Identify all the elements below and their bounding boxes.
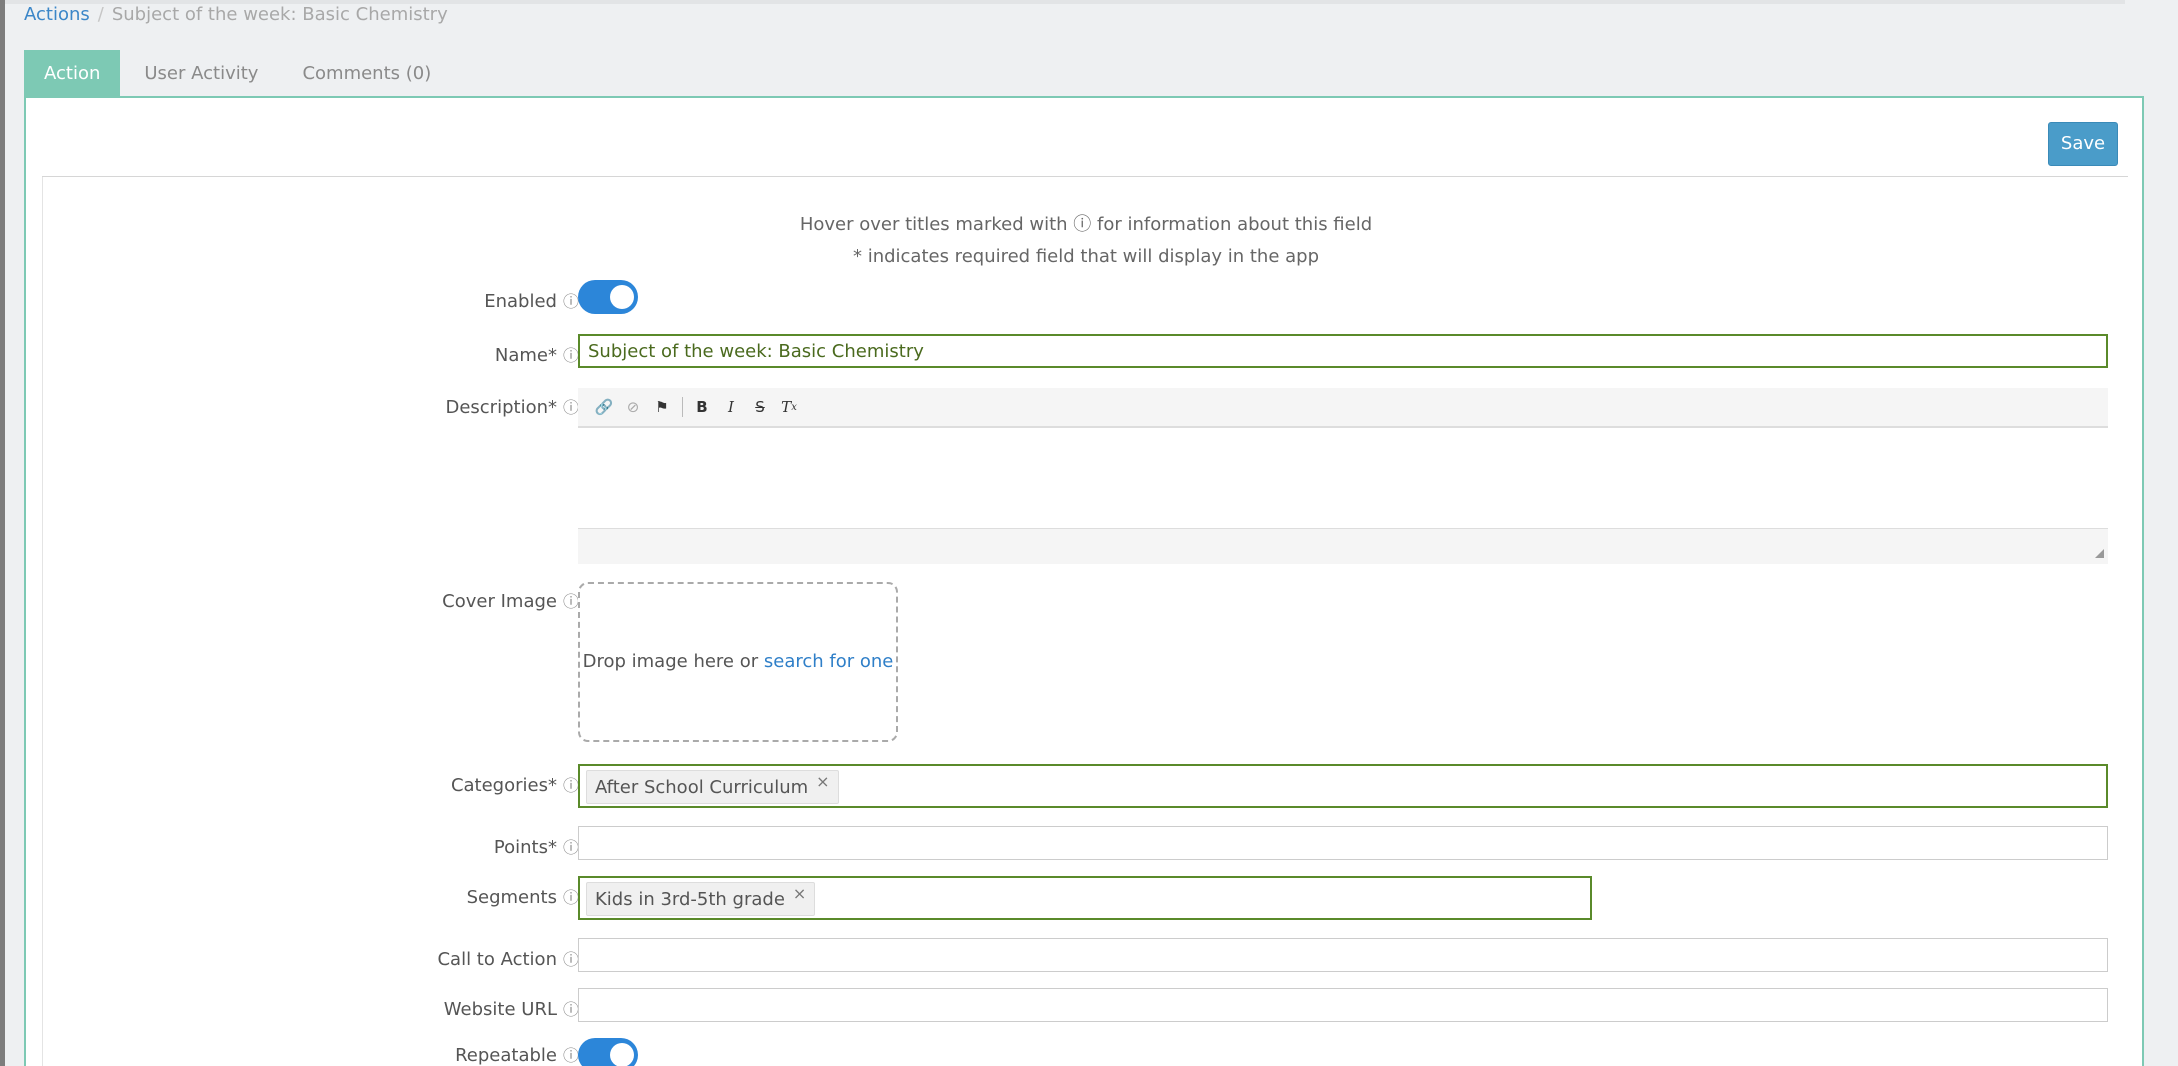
remove-format-icon[interactable]: Tx [775,393,803,421]
info-icon[interactable]: ⓘ [563,292,579,311]
toggle-knob [610,1043,634,1066]
editor-footer [578,528,2108,564]
breadcrumb: Actions / Subject of the week: Basic Chemi… [24,4,448,25]
tab-comments[interactable]: Comments (0) [282,50,451,97]
call-to-action-input[interactable] [579,939,2107,971]
toggle-knob [610,285,634,309]
strikethrough-icon[interactable]: S [746,393,774,421]
remove-chip-icon[interactable]: × [816,772,829,791]
resize-grip-icon[interactable] [2095,549,2104,558]
breadcrumb-current: Subject of the week: Basic Chemistry [111,4,448,25]
description-label: Description* ⓘ [445,397,579,418]
website-url-input[interactable] [579,989,2107,1021]
panel-inner-border [42,177,43,1066]
dropzone-text: Drop image here or [582,651,759,672]
search-image-link[interactable]: search for one [764,651,893,672]
italic-icon[interactable]: I [717,393,745,421]
enabled-label: Enabled ⓘ [484,291,579,312]
categories-label: Categories* ⓘ [450,775,579,796]
points-input[interactable] [579,827,2107,859]
info-icon[interactable]: ⓘ [563,950,579,969]
call-to-action-label: Call to Action ⓘ [437,949,579,970]
info-icon[interactable]: ⓘ [563,346,579,365]
info-icon[interactable]: ⓘ [563,1046,579,1065]
info-icon[interactable]: ⓘ [563,1000,579,1019]
link-icon[interactable]: 🔗 [590,393,618,421]
tab-user-activity[interactable]: User Activity [124,50,278,97]
repeatable-label: Repeatable ⓘ [455,1045,579,1066]
action-form-panel: Save Hover over titles marked with ⓘ for… [24,96,2144,1066]
info-icon[interactable]: ⓘ [563,776,579,795]
website-url-field [578,988,2108,1022]
points-field [578,826,2108,860]
tab-action[interactable]: Action [24,50,121,97]
unlink-icon[interactable]: ⊘ [619,393,647,421]
info-icon[interactable]: ⓘ [563,838,579,857]
name-input[interactable] [580,336,2106,366]
toolbar-separator [682,397,683,417]
cover-image-dropzone[interactable]: Drop image here or search for one [578,582,898,742]
tab-bar: Action User Activity Comments (0) [24,50,455,97]
description-input[interactable] [578,428,2108,528]
name-field [578,334,2108,368]
categories-select[interactable]: After School Curriculum × [578,764,2108,808]
segments-label: Segments ⓘ [466,887,579,908]
bold-icon[interactable]: B [688,393,716,421]
repeatable-toggle[interactable] [578,1038,638,1066]
description-editor: 🔗 ⊘ ⚑ B I S Tx [578,388,2108,564]
cover-image-label: Cover Image ⓘ [442,591,579,612]
breadcrumb-actions-link[interactable]: Actions [24,4,90,25]
required-hint: * indicates required field that will dis… [852,246,1320,267]
anchor-icon[interactable]: ⚑ [648,393,676,421]
info-icon[interactable]: ⓘ [563,592,579,611]
panel-divider [42,176,2128,177]
editor-toolbar: 🔗 ⊘ ⚑ B I S Tx [578,388,2108,428]
name-label: Name* ⓘ [494,345,579,366]
segments-select[interactable]: Kids in 3rd-5th grade × [578,876,1592,920]
info-icon[interactable]: ⓘ [563,398,579,417]
remove-chip-icon[interactable]: × [793,884,806,903]
points-label: Points* ⓘ [493,837,579,858]
hover-hint: Hover over titles marked with ⓘ for info… [799,214,1373,235]
website-url-label: Website URL ⓘ [443,999,579,1020]
info-icon[interactable]: ⓘ [563,888,579,907]
enabled-toggle[interactable] [578,280,638,314]
call-to-action-field [578,938,2108,972]
breadcrumb-separator: / [97,4,104,25]
segment-chip: Kids in 3rd-5th grade × [586,882,816,916]
save-button[interactable]: Save [2048,122,2118,166]
category-chip: After School Curriculum × [586,770,839,804]
